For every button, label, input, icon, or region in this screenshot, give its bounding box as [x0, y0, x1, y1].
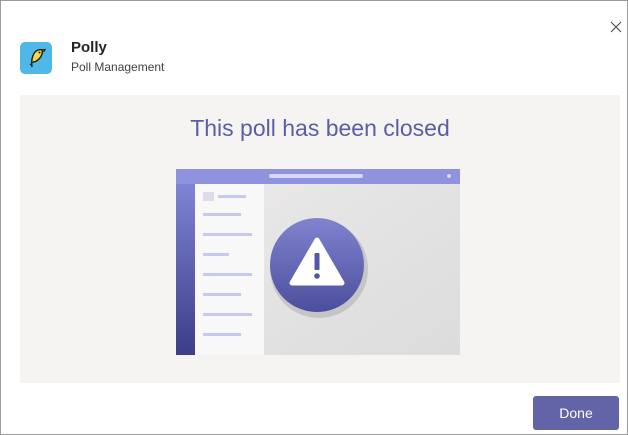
polly-bird-icon	[29, 48, 47, 68]
titlebar-dot	[447, 174, 451, 178]
close-icon	[610, 21, 622, 33]
done-button[interactable]: Done	[533, 396, 619, 430]
window-list-panel	[195, 184, 264, 355]
closed-poll-warning-illustration	[176, 169, 460, 355]
close-button[interactable]	[608, 19, 624, 35]
poll-dialog: Polly Poll Management This poll has been…	[0, 0, 628, 435]
closed-message: This poll has been closed	[190, 115, 450, 141]
app-icon	[20, 42, 52, 74]
app-name: Polly	[71, 39, 107, 56]
window-sidebar	[176, 184, 195, 355]
titlebar-pill	[269, 174, 363, 178]
content-panel: This poll has been closed	[20, 95, 620, 383]
app-subtitle: Poll Management	[71, 60, 165, 74]
